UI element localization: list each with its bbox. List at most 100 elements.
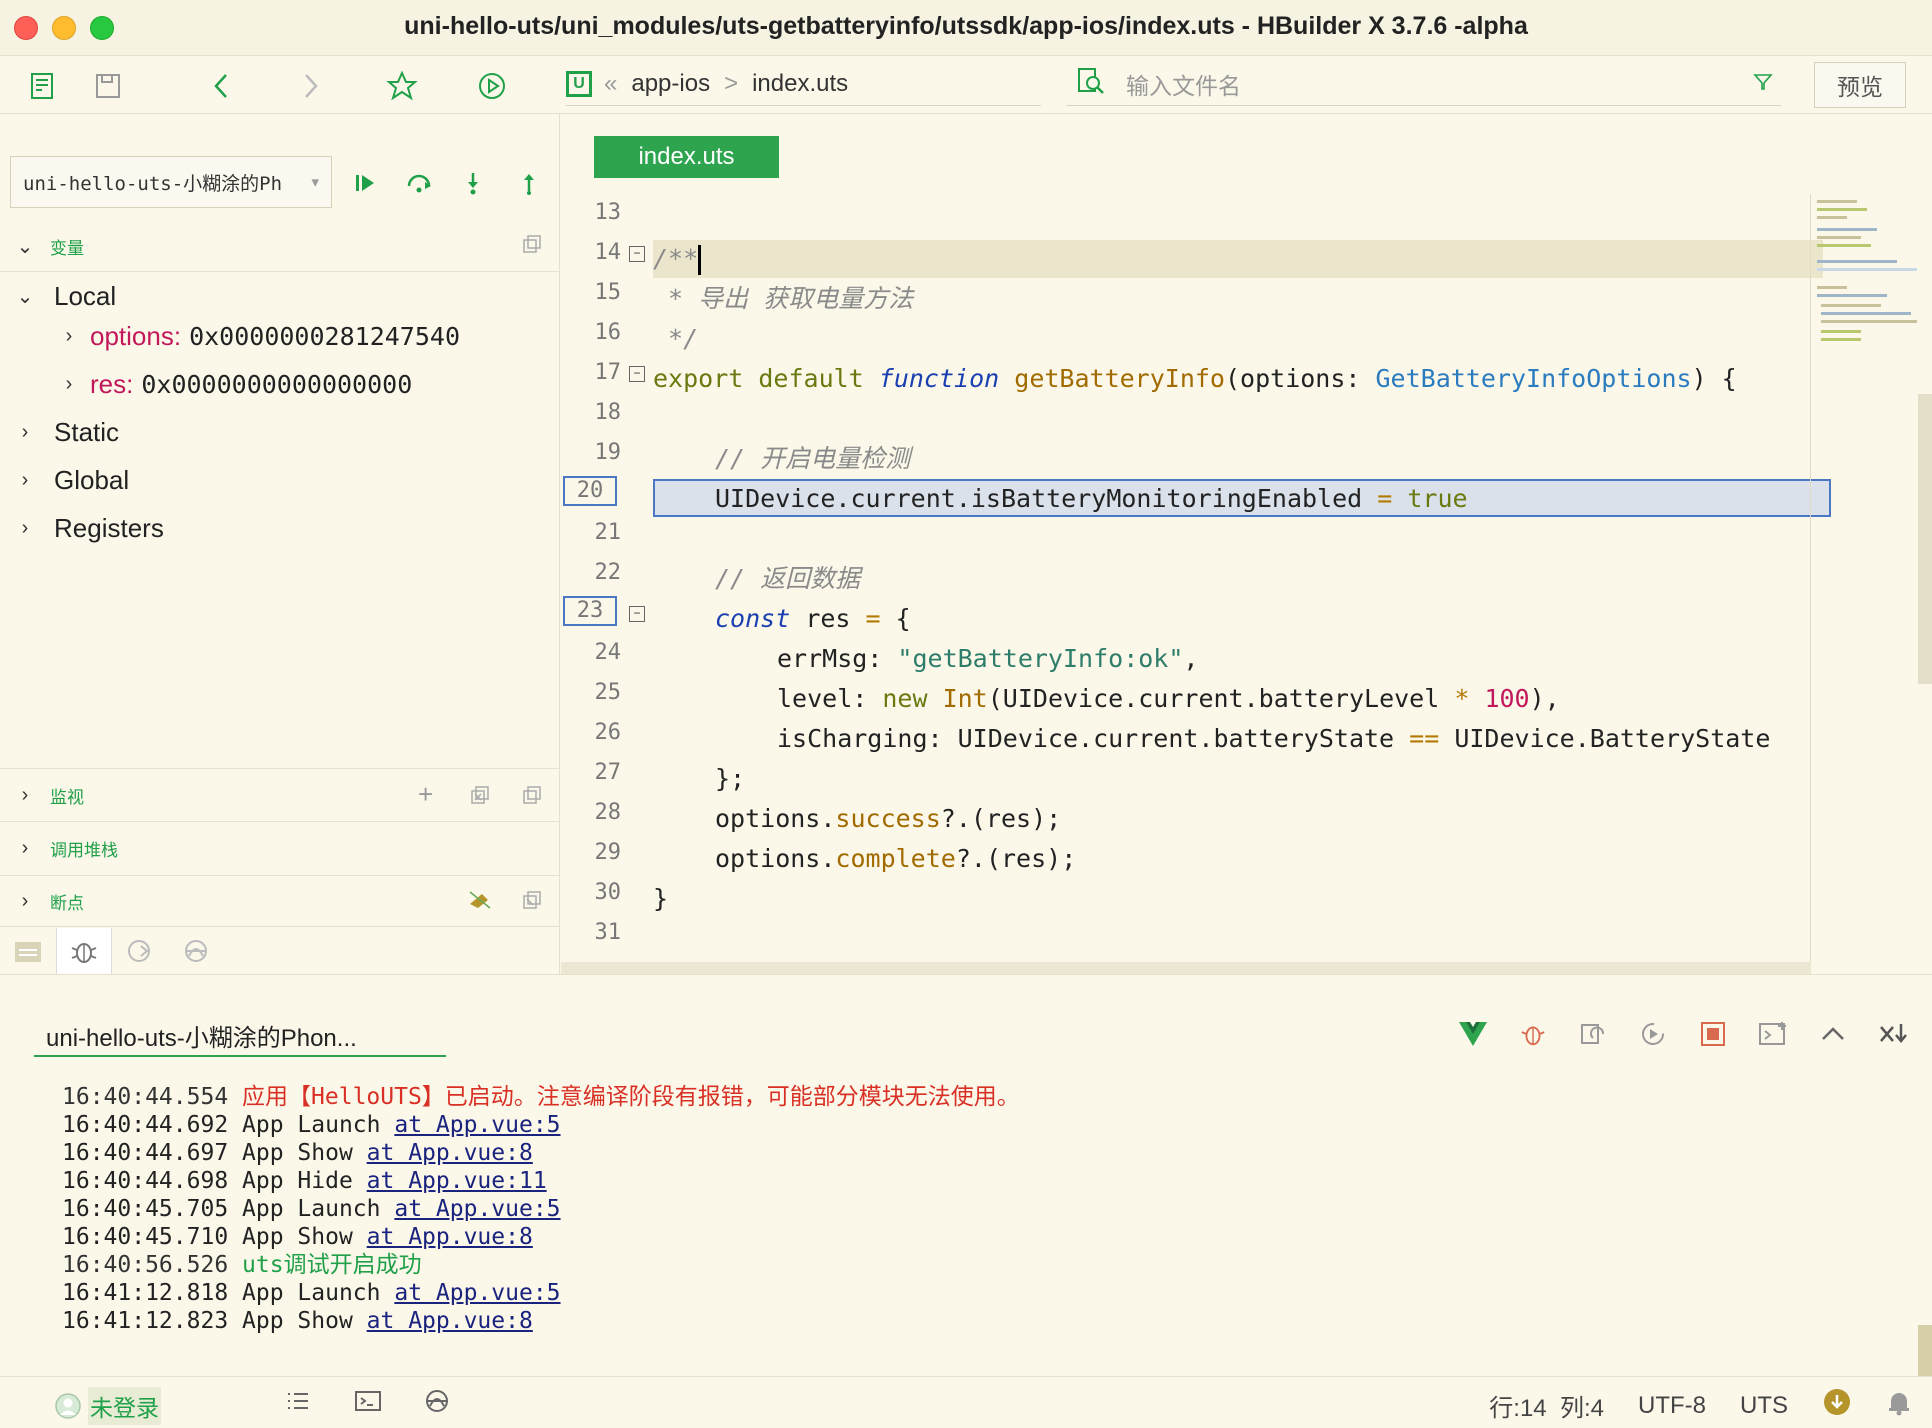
step-over-icon[interactable] [402,166,436,200]
left-panel-tabs [0,926,560,974]
code-text: level: [777,684,883,713]
code-text: }; [715,764,746,793]
breadcrumb-file[interactable]: index.uts [752,70,848,98]
code-content[interactable]: /** * 导出 获取电量方法 */ export default functi… [653,194,1833,913]
notification-bell-icon[interactable] [1886,1388,1912,1423]
callstack-section-header[interactable]: › 调用堆栈 [0,822,560,876]
console-scrollbar[interactable] [1918,1325,1932,1377]
file-encoding[interactable]: UTF-8 [1638,1392,1706,1420]
reload-icon[interactable] [1634,1015,1672,1053]
code-line-26: isCharging: UIDevice.current.batteryStat… [777,720,1770,758]
scope-local[interactable]: ⌄ Local [12,276,117,316]
code-minimap[interactable] [1810,194,1922,974]
breadcrumb-folder[interactable]: app-ios [631,70,710,98]
fold-toggle-icon[interactable]: − [629,606,645,622]
line-number: 14 [594,240,622,265]
line-number: 18 [594,400,622,425]
open-terminal-icon[interactable] [1754,1015,1792,1053]
filter-icon[interactable] [1753,72,1773,97]
editor-vertical-scrollbar[interactable] [1918,394,1932,684]
line-number: 17 [594,360,622,385]
login-status[interactable]: 未登录 [54,1387,161,1425]
scope-static[interactable]: › Static [12,412,119,452]
remove-all-icon[interactable] [470,785,496,811]
log-time: 16:40:45.710 [62,1224,229,1250]
source-link[interactable]: at App.vue:8 [367,1224,533,1250]
scope-registers[interactable]: › Registers [12,508,164,548]
list-icon[interactable] [284,1387,312,1420]
editor-horizontal-scrollbar[interactable] [561,962,1811,974]
star-icon[interactable] [382,66,422,106]
breakpoints-section-header[interactable]: › 断点 [0,876,560,926]
operator: * [1454,684,1470,713]
clear-console-icon[interactable] [1874,1015,1912,1053]
debug-target-select[interactable]: uni-hello-uts-小糊涂的Ph ▾ [10,156,332,208]
project-u-icon: U [566,70,592,97]
operator: = [865,604,881,633]
source-link[interactable]: at App.vue:8 [367,1140,533,1166]
code-line-15: * 导出 获取电量方法 [653,280,913,318]
variable-row-res[interactable]: › res: 0x0000000000000000 [56,364,413,404]
variable-row-options[interactable]: › options: 0x0000000281247540 [56,316,460,356]
update-download-icon[interactable] [1822,1387,1852,1424]
debug-bug-icon[interactable] [1514,1015,1552,1053]
stop-icon[interactable] [1694,1015,1732,1053]
collapse-all-icon[interactable] [522,890,548,916]
collapse-all-icon[interactable] [522,785,548,811]
source-link[interactable]: at App.vue:5 [394,1112,560,1138]
collapse-all-icon[interactable] [522,234,548,260]
source-link[interactable]: at App.vue:5 [394,1280,560,1306]
log-time: 16:40:44.554 [62,1084,229,1110]
log-time: 16:41:12.818 [62,1280,229,1306]
search-file-icon [1076,66,1106,101]
add-watch-icon[interactable]: + [418,779,433,810]
code-text: ), [1529,684,1560,713]
log-text: App Show [242,1140,367,1166]
variables-section-header[interactable]: ⌄ 变量 [0,222,560,272]
terminal-icon[interactable] [354,1387,382,1420]
back-icon[interactable] [202,66,242,106]
project-tab-icon[interactable] [0,928,56,974]
cloud-globe-icon[interactable] [424,1387,454,1420]
breakpoint-line-number[interactable]: 20 [563,476,617,506]
step-into-icon[interactable] [456,166,490,200]
source-link[interactable]: at App.vue:5 [394,1196,560,1222]
vue-devtools-icon[interactable] [1454,1015,1492,1053]
source-link[interactable]: at App.vue:11 [367,1168,547,1194]
code-text: (UIDevice.current.batteryLevel [987,684,1455,713]
scope-global[interactable]: › Global [12,460,130,500]
chevron-down-icon: ▾ [309,171,321,193]
source-control-icon[interactable] [112,928,168,974]
fold-toggle-icon[interactable]: − [629,246,645,262]
cloud-icon[interactable] [168,928,224,974]
save-icon[interactable] [88,66,128,106]
file-language[interactable]: UTS [1740,1392,1788,1420]
breadcrumb-back-separator[interactable]: « [604,70,617,98]
step-out-icon[interactable] [512,166,546,200]
string-literal: "getBatteryInfo:ok" [897,644,1184,673]
run-icon[interactable] [472,66,512,106]
code-text: { [880,604,911,633]
line-number: 24 [594,640,622,665]
disable-breakpoints-icon[interactable] [468,890,494,916]
breakpoint-line-number[interactable]: 23 [563,596,617,626]
cursor-position[interactable]: 行:14 列:4 [1489,1388,1604,1423]
fold-toggle-icon[interactable]: − [629,366,645,382]
new-file-icon[interactable] [22,66,62,106]
chevron-right-icon: › [21,516,29,539]
debug-tab-bug-icon[interactable] [56,927,112,974]
code-editor[interactable]: index.uts 13 14 15 16 17 18 19 20 21 22 … [561,114,1932,974]
console-tab[interactable]: uni-hello-uts-小糊涂的Phon... [34,1015,446,1057]
preview-button[interactable]: 预览 [1814,62,1906,108]
forward-icon[interactable] [290,66,330,106]
watch-section-header[interactable]: › 监视 + [0,768,560,822]
code-text: ) { [1691,364,1737,393]
maximize-panel-icon[interactable] [1814,1015,1852,1053]
editor-tab-index-uts[interactable]: index.uts [594,136,779,178]
restart-icon[interactable] [1574,1015,1612,1053]
code-text: options. [715,804,836,833]
code-text: , [1183,644,1199,673]
continue-icon[interactable] [348,166,382,200]
file-search-input[interactable]: 输入文件名 [1066,62,1781,106]
source-link[interactable]: at App.vue:8 [367,1308,533,1334]
